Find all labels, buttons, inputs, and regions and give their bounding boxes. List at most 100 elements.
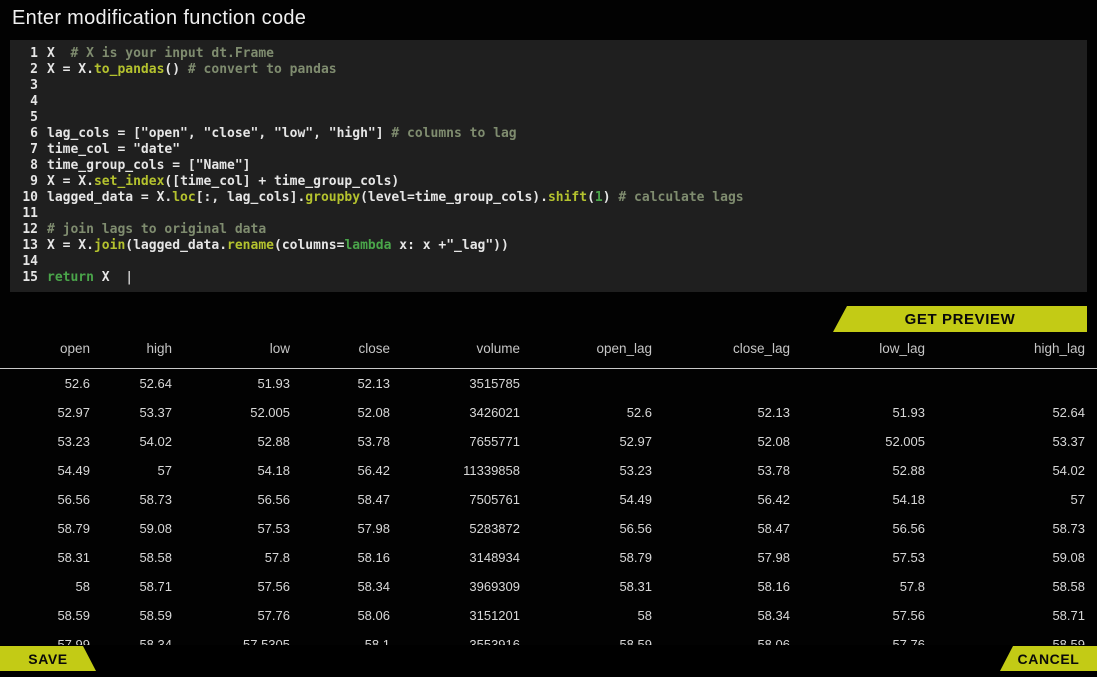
- code-line-content: return X |: [47, 270, 133, 286]
- code-token-keyword: lambda: [344, 238, 391, 253]
- table-cell: 57.98: [290, 514, 390, 543]
- line-number: 11: [16, 206, 38, 222]
- table-cell: 3151201: [390, 601, 520, 630]
- column-header-close_lag: close_lag: [652, 336, 790, 369]
- table-cell: 59.08: [90, 514, 172, 543]
- table-cell: 56.42: [652, 485, 790, 514]
- table-cell: 3969309: [390, 572, 520, 601]
- table-cell: 58.16: [290, 543, 390, 572]
- code-token-plain: (): [164, 62, 187, 77]
- table-cell: 57.98: [652, 543, 790, 572]
- table-cell: 58.34: [290, 572, 390, 601]
- column-header-close: close: [290, 336, 390, 369]
- get-preview-button[interactable]: GET PREVIEW: [833, 306, 1087, 332]
- code-token-method: groupby: [305, 190, 360, 205]
- code-line: 5: [16, 110, 1081, 126]
- column-header-volume: volume: [390, 336, 520, 369]
- table-cell: 57: [925, 485, 1097, 514]
- code-line-content: X = X.to_pandas() # convert to pandas: [47, 62, 337, 78]
- table-cell: 3426021: [390, 398, 520, 427]
- table-row: 53.2354.0252.8853.78765577152.9752.0852.…: [0, 427, 1097, 456]
- table-cell: 52.13: [652, 398, 790, 427]
- code-token-plain: X = X.: [47, 174, 94, 189]
- code-line-content: X = X.join(lagged_data.rename(columns=la…: [47, 238, 509, 254]
- footer-bar: SAVE CANCEL: [0, 645, 1097, 677]
- table-cell: 58.59: [0, 601, 90, 630]
- table-cell: 53.78: [290, 427, 390, 456]
- table-cell: 57.53: [172, 514, 290, 543]
- table-cell: 52.88: [172, 427, 290, 456]
- table-cell: 54.18: [790, 485, 925, 514]
- table-row: 5858.7157.5658.34396930958.3158.1657.858…: [0, 572, 1097, 601]
- code-token-keyword: return: [47, 270, 94, 285]
- table-cell: 58.31: [520, 572, 652, 601]
- table-cell: 57.56: [172, 572, 290, 601]
- code-token-plain: ): [603, 190, 619, 205]
- line-number: 5: [16, 110, 38, 126]
- table-cell: 52.005: [172, 398, 290, 427]
- line-number: 14: [16, 254, 38, 270]
- line-number: 1: [16, 46, 38, 62]
- code-line: 7time_col = "date": [16, 142, 1081, 158]
- cancel-button[interactable]: CANCEL: [1000, 646, 1097, 671]
- code-line-content: lagged_data = X.loc[:, lag_cols].groupby…: [47, 190, 744, 206]
- code-token-method: set_index: [94, 174, 164, 189]
- code-line-content: X # X is your input dt.Frame: [47, 46, 274, 62]
- code-line: 2X = X.to_pandas() # convert to pandas: [16, 62, 1081, 78]
- line-number: 3: [16, 78, 38, 94]
- code-line: 8time_group_cols = ["Name"]: [16, 158, 1081, 174]
- preview-table-container: openhighlowclosevolumeopen_lagclose_lagl…: [0, 336, 1097, 659]
- code-token-comment: # calculate lags: [618, 190, 743, 205]
- line-number: 12: [16, 222, 38, 238]
- table-row: 58.3158.5857.858.16314893458.7957.9857.5…: [0, 543, 1097, 572]
- table-cell: 57.53: [790, 543, 925, 572]
- code-line: 12# join lags to original data: [16, 222, 1081, 238]
- code-line: 1 X # X is your input dt.Frame: [16, 46, 1081, 62]
- code-line: 10lagged_data = X.loc[:, lag_cols].group…: [16, 190, 1081, 206]
- table-cell: 53.78: [652, 456, 790, 485]
- code-line-content: time_group_cols = ["Name"]: [47, 158, 251, 174]
- code-token-number: 1: [595, 190, 603, 205]
- table-cell: 58.31: [0, 543, 90, 572]
- code-token-plain: time_group_cols = ["Name"]: [47, 158, 251, 173]
- table-cell: 58: [520, 601, 652, 630]
- code-token-plain: time_col = "date": [47, 142, 180, 157]
- table-cell: 52.08: [290, 398, 390, 427]
- table-cell: 58.71: [90, 572, 172, 601]
- code-token-plain: [:, lag_cols].: [196, 190, 306, 205]
- table-cell: 52.64: [925, 398, 1097, 427]
- table-cell: 57.8: [172, 543, 290, 572]
- table-cell: 5283872: [390, 514, 520, 543]
- table-row: 58.7959.0857.5357.98528387256.5658.4756.…: [0, 514, 1097, 543]
- code-line-content: lag_cols = ["open", "close", "low", "hig…: [47, 126, 517, 142]
- column-header-low: low: [172, 336, 290, 369]
- table-cell: 52.64: [90, 369, 172, 399]
- table-cell: 58.47: [290, 485, 390, 514]
- page-title: Enter modification function code: [12, 7, 306, 30]
- table-row: 52.9753.3752.00552.08342602152.652.1351.…: [0, 398, 1097, 427]
- code-token-method: loc: [172, 190, 195, 205]
- table-row: 54.495754.1856.421133985853.2353.7852.88…: [0, 456, 1097, 485]
- table-cell: 51.93: [172, 369, 290, 399]
- table-cell: [925, 369, 1097, 399]
- code-line-content: time_col = "date": [47, 142, 180, 158]
- code-line: 9X = X.set_index([time_col] + time_group…: [16, 174, 1081, 190]
- code-token-plain: (level=time_group_cols).: [360, 190, 548, 205]
- table-cell: 58: [0, 572, 90, 601]
- table-cell: 53.37: [90, 398, 172, 427]
- code-token-plain: (lagged_data.: [125, 238, 227, 253]
- code-token-comment: # convert to pandas: [188, 62, 337, 77]
- save-button[interactable]: SAVE: [0, 646, 96, 671]
- table-cell: 58.73: [90, 485, 172, 514]
- code-editor[interactable]: 1 X # X is your input dt.Frame2X = X.to_p…: [10, 40, 1087, 292]
- code-token-comment: # columns to lag: [391, 126, 516, 141]
- code-line: 13X = X.join(lagged_data.rename(columns=…: [16, 238, 1081, 254]
- table-cell: 52.6: [520, 398, 652, 427]
- text-cursor: |: [125, 270, 133, 285]
- code-token-plain: (: [587, 190, 595, 205]
- modification-function-dialog: Enter modification function code 1 X # X …: [0, 0, 1097, 677]
- table-cell: 54.49: [0, 456, 90, 485]
- table-row: 58.5958.5957.7658.0631512015858.3457.565…: [0, 601, 1097, 630]
- preview-table: openhighlowclosevolumeopen_lagclose_lagl…: [0, 336, 1097, 659]
- table-cell: 56.56: [520, 514, 652, 543]
